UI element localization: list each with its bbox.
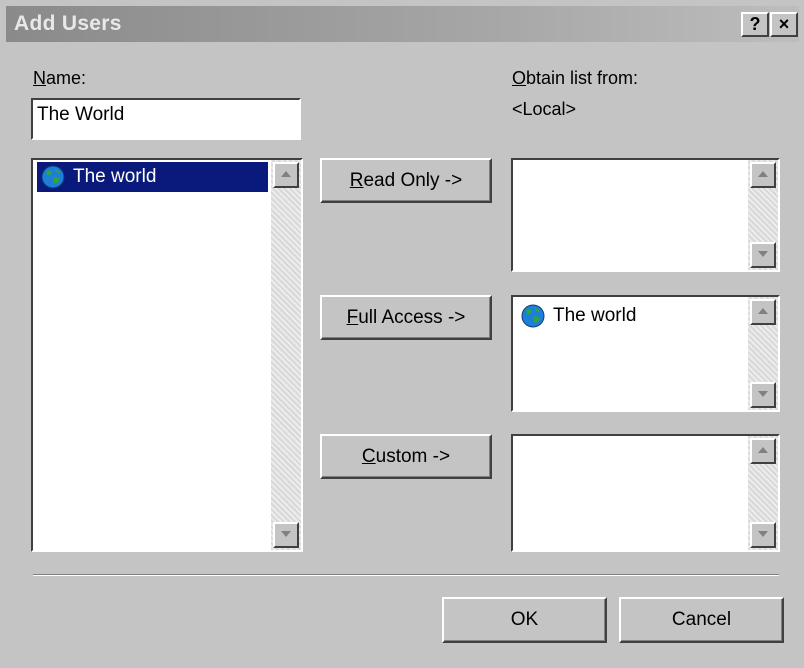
arrow-up-icon <box>758 171 768 177</box>
name-label: Name: <box>33 68 87 88</box>
arrow-down-icon <box>281 531 291 537</box>
list-item-label: The world <box>73 166 157 187</box>
globe-icon <box>521 304 545 328</box>
scroll-down-button[interactable] <box>750 522 776 548</box>
read-only-scrollbar[interactable] <box>748 160 778 270</box>
add-users-dialog: Add Users ? × Name: The World Obtain lis… <box>0 0 804 668</box>
list-item[interactable]: The world <box>37 162 268 192</box>
scroll-up-button[interactable] <box>750 162 776 188</box>
list-item[interactable]: The world <box>517 301 636 331</box>
globe-icon <box>41 165 65 189</box>
source-scrollbar[interactable] <box>271 160 301 550</box>
custom-button[interactable]: Custom -> <box>320 434 492 479</box>
arrow-up-icon <box>281 171 291 177</box>
obtain-list-label: Obtain list from: <box>512 68 639 88</box>
help-button[interactable]: ? <box>741 12 769 37</box>
full-access-scrollbar[interactable] <box>748 297 778 410</box>
scroll-up-button[interactable] <box>273 162 299 188</box>
title-bar[interactable]: Add Users ? × <box>6 6 799 42</box>
name-input[interactable]: The World <box>31 98 301 140</box>
custom-listbox[interactable] <box>511 434 780 552</box>
ok-button[interactable]: OK <box>442 597 607 643</box>
arrow-down-icon <box>758 251 768 257</box>
read-only-listbox[interactable] <box>511 158 780 272</box>
custom-scrollbar[interactable] <box>748 436 778 550</box>
scroll-up-button[interactable] <box>750 438 776 464</box>
full-access-button[interactable]: Full Access -> <box>320 295 492 340</box>
scroll-down-button[interactable] <box>750 382 776 408</box>
arrow-down-icon <box>758 531 768 537</box>
arrow-up-icon <box>758 308 768 314</box>
full-access-listbox[interactable]: The world <box>511 295 780 412</box>
source-listbox[interactable]: The world <box>31 158 303 552</box>
arrow-up-icon <box>758 447 768 453</box>
scroll-down-button[interactable] <box>750 242 776 268</box>
list-item-label: The world <box>553 305 637 326</box>
window-title: Add Users <box>14 12 122 35</box>
divider <box>33 574 779 576</box>
scroll-down-button[interactable] <box>273 522 299 548</box>
cancel-button[interactable]: Cancel <box>619 597 784 643</box>
scroll-up-button[interactable] <box>750 299 776 325</box>
arrow-down-icon <box>758 391 768 397</box>
obtain-list-value[interactable]: <Local> <box>512 99 576 120</box>
close-button[interactable]: × <box>770 12 798 37</box>
read-only-button[interactable]: Read Only -> <box>320 158 492 203</box>
